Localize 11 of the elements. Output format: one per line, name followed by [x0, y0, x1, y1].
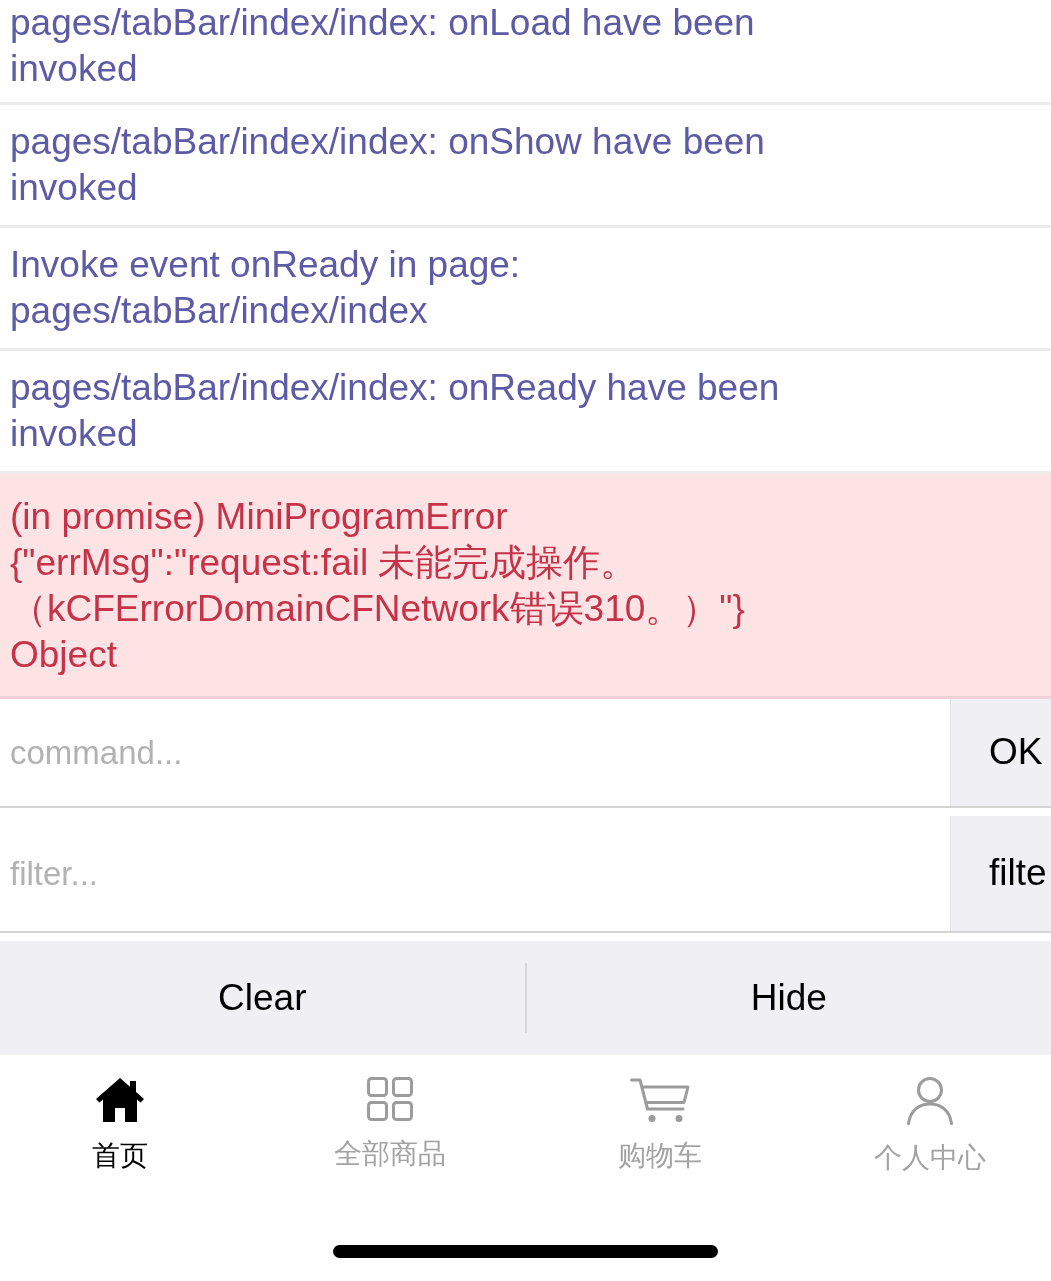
- log-message: pages/tabBar/index/index: onLoad have been invoked: [10, 1, 756, 91]
- log-message: Invoke event onReady in page: pages/tabBar/index/index: [10, 243, 522, 333]
- ok-button[interactable]: OK: [950, 699, 1051, 806]
- error-message: (in promise) MiniProgramError {"errMsg":"request:fail 未能完成操作。（kCFErrorDomainCFNetwork错误310。）"} Object: [10, 495, 746, 677]
- apply-button[interactable]: filte: [950, 816, 1051, 931]
- cart-icon: [630, 1077, 690, 1123]
- grid-icon: [367, 1077, 413, 1121]
- log-message: pages/tabBar/index/index: onReady have been invoked: [10, 366, 781, 456]
- home-icon: [95, 1077, 145, 1123]
- log-message: pages/tabBar/index/index: onShow have been invoked: [10, 120, 766, 210]
- person-icon: [906, 1077, 954, 1125]
